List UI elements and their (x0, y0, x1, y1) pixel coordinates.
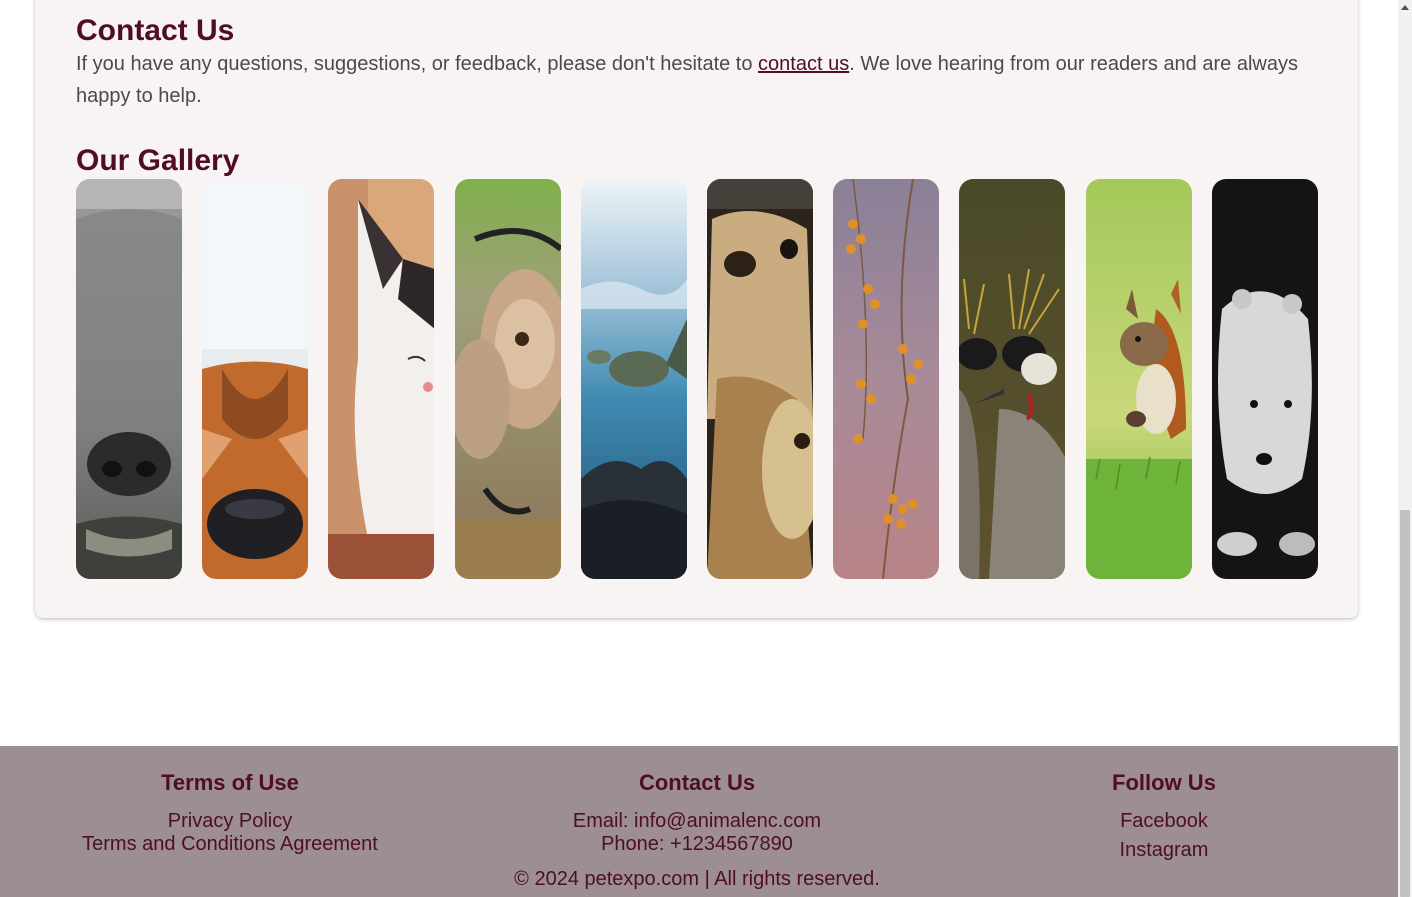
contact-title: Contact Us (76, 14, 235, 47)
scrollbar-thumb[interactable] (1400, 510, 1410, 897)
contact-paragraph: If you have any questions, suggestions, … (76, 48, 1316, 112)
privacy-policy-link[interactable]: Privacy Policy (30, 809, 430, 833)
footer-follow-title: Follow Us (1112, 770, 1216, 795)
monkey-photo[interactable] (455, 179, 561, 579)
copyright-text: © 2024 petexpo.com | All rights reserved… (514, 868, 880, 890)
sea-turtle-photo[interactable] (581, 179, 687, 579)
site-footer: Terms of Use Privacy Policy Terms and Co… (0, 746, 1398, 897)
squirrel-photo[interactable] (1086, 179, 1192, 579)
meerkat-photo[interactable] (707, 179, 813, 579)
polar-bear-cub-photo[interactable] (1212, 179, 1318, 579)
facebook-link[interactable]: Facebook (964, 809, 1364, 833)
cat-photo[interactable] (328, 179, 434, 579)
gallery-title: Our Gallery (76, 144, 240, 177)
instagram-link[interactable]: Instagram (964, 838, 1364, 862)
fox-photo[interactable] (202, 179, 308, 579)
berry-branch-photo[interactable] (833, 179, 939, 579)
scroll-up-arrow-icon[interactable] (1398, 0, 1412, 17)
footer-contact-title: Contact Us (638, 770, 756, 795)
contact-us-link[interactable]: contact us (758, 53, 849, 75)
footer-email: Email: info@animalenc.com (572, 810, 822, 832)
footer-terms-title: Terms of Use (161, 770, 299, 795)
dog-photo[interactable] (76, 179, 182, 579)
crowned-crane-photo[interactable] (959, 179, 1065, 579)
footer-phone: Phone: +1234567890 (601, 833, 793, 855)
terms-and-conditions-link[interactable]: Terms and Conditions Agreement (30, 832, 430, 856)
contact-text-before: If you have any questions, suggestions, … (76, 53, 759, 75)
gallery (76, 179, 1318, 579)
vertical-scrollbar[interactable] (1398, 0, 1412, 897)
